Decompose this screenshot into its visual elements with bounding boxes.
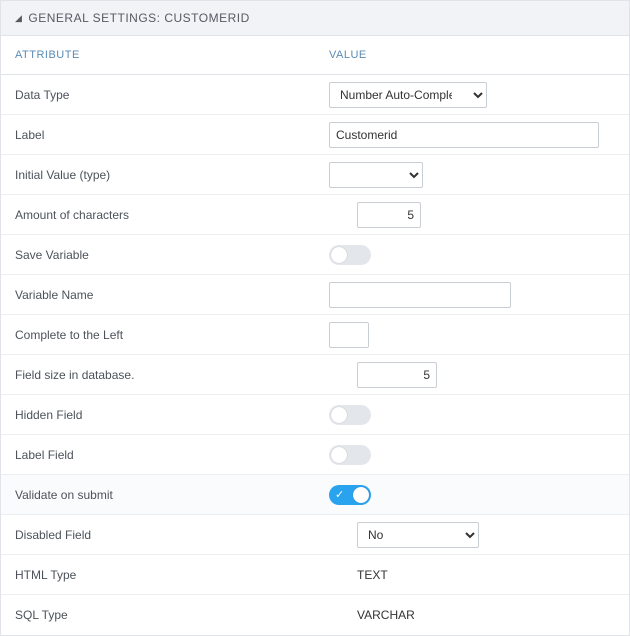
value-sql-type: VARCHAR [357, 608, 415, 622]
input-amount-chars[interactable] [357, 202, 421, 228]
row-initial-value: Initial Value (type) [1, 155, 629, 195]
general-settings-panel: ◢ GENERAL SETTINGS: CUSTOMERID ATTRIBUTE… [0, 0, 630, 636]
row-data-type: Data Type Number Auto-Complete [1, 75, 629, 115]
label-html-type: HTML Type [1, 558, 315, 592]
label-amount-chars: Amount of characters [1, 198, 315, 232]
input-complete-left[interactable] [329, 322, 369, 348]
col-header-value: VALUE [315, 36, 629, 74]
label-complete-left: Complete to the Left [1, 318, 315, 352]
label-disabled-field: Disabled Field [1, 518, 315, 552]
row-hidden-field: Hidden Field [1, 395, 629, 435]
panel-header[interactable]: ◢ GENERAL SETTINGS: CUSTOMERID [1, 1, 629, 36]
panel-title: GENERAL SETTINGS: CUSTOMERID [28, 11, 249, 25]
col-header-attribute: ATTRIBUTE [1, 36, 315, 74]
label-initial-value: Initial Value (type) [1, 158, 315, 192]
row-label: Label [1, 115, 629, 155]
row-amount-chars: Amount of characters [1, 195, 629, 235]
value-html-type: TEXT [357, 568, 388, 582]
toggle-label-field[interactable] [329, 445, 371, 465]
select-disabled-field[interactable]: No [357, 522, 479, 548]
toggle-validate-submit[interactable]: ✓ [329, 485, 371, 505]
columns-header: ATTRIBUTE VALUE [1, 36, 629, 75]
row-disabled-field: Disabled Field No [1, 515, 629, 555]
label-sql-type: SQL Type [1, 598, 315, 632]
row-html-type: HTML Type TEXT [1, 555, 629, 595]
label-data-type: Data Type [1, 78, 315, 112]
label-hidden-field: Hidden Field [1, 398, 315, 432]
row-validate-submit: Validate on submit ✓ [1, 475, 629, 515]
label-label-field: Label Field [1, 438, 315, 472]
row-label-field: Label Field [1, 435, 629, 475]
select-data-type[interactable]: Number Auto-Complete [329, 82, 487, 108]
collapse-icon: ◢ [15, 13, 22, 24]
toggle-hidden-field[interactable] [329, 405, 371, 425]
label-save-variable: Save Variable [1, 238, 315, 272]
label-validate-submit: Validate on submit [1, 478, 315, 512]
select-initial-value[interactable] [329, 162, 423, 188]
row-sql-type: SQL Type VARCHAR [1, 595, 629, 635]
input-field-size[interactable] [357, 362, 437, 388]
toggle-save-variable[interactable] [329, 245, 371, 265]
label-variable-name: Variable Name [1, 278, 315, 312]
label-field-size: Field size in database. [1, 358, 315, 392]
input-label[interactable] [329, 122, 599, 148]
input-variable-name[interactable] [329, 282, 511, 308]
label-label: Label [1, 118, 315, 152]
row-variable-name: Variable Name [1, 275, 629, 315]
row-complete-left: Complete to the Left [1, 315, 629, 355]
row-save-variable: Save Variable [1, 235, 629, 275]
row-field-size: Field size in database. [1, 355, 629, 395]
